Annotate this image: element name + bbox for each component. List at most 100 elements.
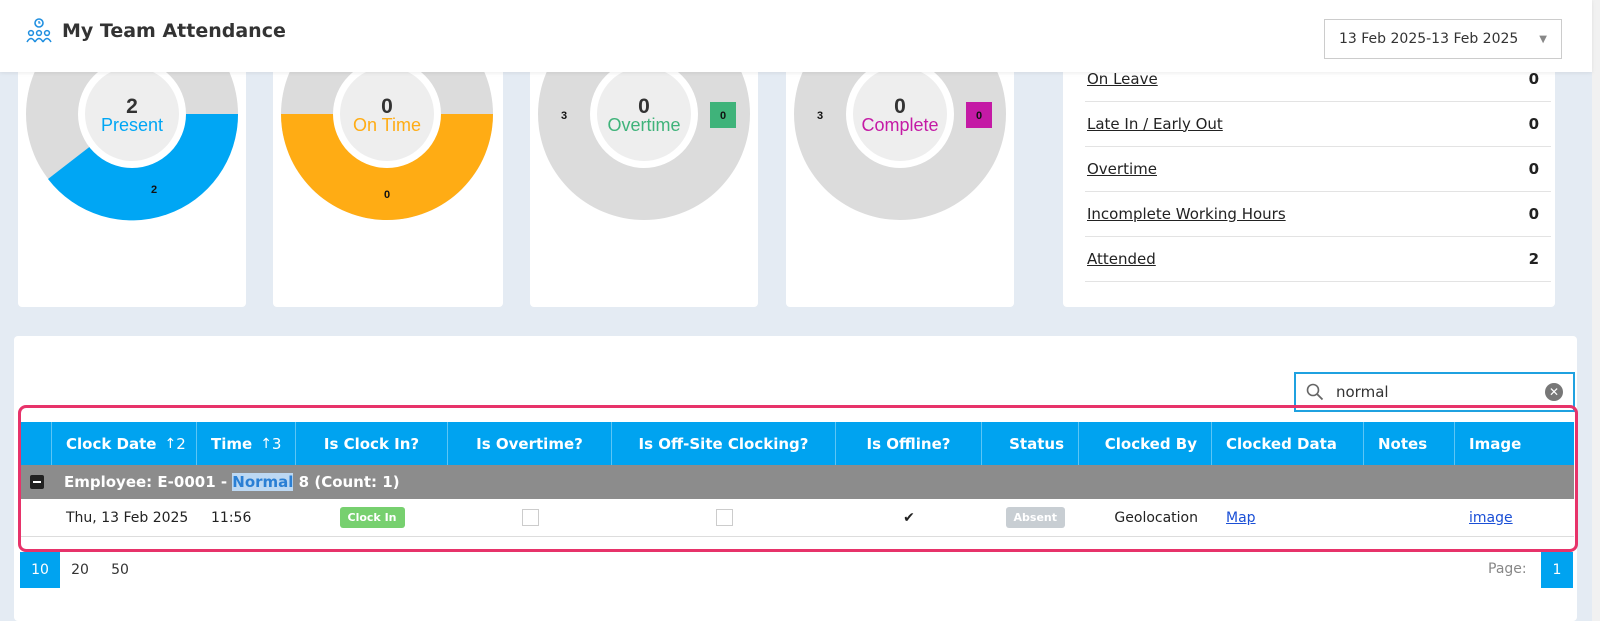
header-clock-date[interactable]: Clock Date ↑ 2 bbox=[52, 422, 197, 465]
overtime-center-title: Overtime bbox=[607, 115, 680, 135]
stat-row-late-in-early-out[interactable]: Late In / Early Out 0 bbox=[1085, 101, 1551, 147]
search-icon bbox=[1306, 383, 1324, 401]
cell-is-offline: ✔ bbox=[836, 499, 982, 536]
header-time[interactable]: Time ↑ 3 bbox=[197, 422, 296, 465]
sort-order: 2 bbox=[176, 434, 186, 453]
stat-label[interactable]: Overtime bbox=[1085, 160, 1157, 178]
overtime-zero-label: 0 bbox=[720, 110, 726, 122]
header-spacer bbox=[20, 422, 52, 465]
stat-row-incomplete-working-hours[interactable]: Incomplete Working Hours 0 bbox=[1085, 191, 1551, 237]
table-header-row: Clock Date ↑ 2 Time ↑ 3 Is Clock In? Is Ov… bbox=[20, 422, 1574, 465]
offline-checkbox[interactable]: ✔ bbox=[900, 509, 918, 526]
date-range-picker[interactable]: 13 Feb 2025-13 Feb 2025 ▼ bbox=[1324, 19, 1562, 59]
on-time-card: 0 On Time 0 bbox=[273, 60, 503, 307]
cell-time: 11:56 bbox=[211, 509, 252, 526]
group-suffix: 8 (Count: 1) bbox=[293, 473, 400, 491]
header-label: Is Off-Site Clocking? bbox=[638, 434, 809, 453]
complete-card: 0 Complete 3 0 bbox=[786, 60, 1014, 307]
stat-label[interactable]: Late In / Early Out bbox=[1085, 115, 1223, 133]
stat-label[interactable]: Incomplete Working Hours bbox=[1085, 205, 1286, 223]
on-time-donut-chart: 0 On Time 0 bbox=[281, 60, 493, 220]
checkmark-icon: ✔ bbox=[903, 509, 915, 526]
header-clocked-data[interactable]: Clocked Data bbox=[1212, 422, 1364, 465]
team-clock-icon bbox=[26, 18, 52, 43]
page-size-option[interactable]: 20 bbox=[60, 552, 100, 588]
overtime-donut-chart: 0 Overtime 3 0 bbox=[538, 60, 750, 220]
header-label: Clock Date bbox=[66, 434, 157, 453]
on-time-center-title: On Time bbox=[353, 115, 421, 135]
stat-value: 2 bbox=[1528, 249, 1539, 268]
image-link[interactable]: image bbox=[1469, 510, 1513, 526]
header-label: Image bbox=[1469, 434, 1522, 453]
page-label: Page: bbox=[1488, 561, 1527, 577]
cell-is-offsite bbox=[612, 499, 836, 536]
cell-is-clock-in: Clock In bbox=[296, 499, 448, 536]
present-donut-chart: 2 Present 2 bbox=[26, 60, 238, 221]
header-is-clock-in[interactable]: Is Clock In? bbox=[296, 422, 448, 465]
header-is-overtime[interactable]: Is Overtime? bbox=[448, 422, 612, 465]
search-input[interactable]: normal bbox=[1336, 383, 1389, 401]
stat-label[interactable]: On Leave bbox=[1085, 70, 1158, 88]
stat-label[interactable]: Attended bbox=[1085, 250, 1156, 268]
cell-is-overtime bbox=[448, 499, 612, 536]
complete-donut-chart: 0 Complete 3 0 bbox=[794, 60, 1006, 220]
map-link[interactable]: Map bbox=[1226, 510, 1256, 526]
cell-image: image bbox=[1455, 499, 1574, 536]
row-spacer bbox=[20, 499, 52, 536]
stat-row-overtime[interactable]: Overtime 0 bbox=[1085, 146, 1551, 192]
table-row[interactable]: Thu, 13 Feb 2025 11:56 Clock In ✔ Absent… bbox=[20, 499, 1574, 537]
cell-clocked-data: Map bbox=[1212, 499, 1364, 536]
stat-row-attended[interactable]: Attended 2 bbox=[1085, 236, 1551, 282]
page-size-option[interactable]: 50 bbox=[100, 552, 140, 588]
page-size-option[interactable]: 10 bbox=[20, 552, 60, 588]
stats-card: On Leave 0 Late In / Early Out 0 Overtim… bbox=[1063, 56, 1555, 307]
header-clocked-by[interactable]: Clocked By bbox=[1079, 422, 1212, 465]
sort-asc-icon: ↑ bbox=[164, 435, 177, 452]
offsite-checkbox[interactable] bbox=[715, 509, 733, 526]
header-label: Clocked By bbox=[1104, 434, 1197, 453]
header-label: Is Offline? bbox=[866, 434, 951, 453]
stat-value: 0 bbox=[1528, 69, 1539, 88]
header-image[interactable]: Image bbox=[1455, 422, 1574, 465]
header-label: Time bbox=[211, 434, 253, 453]
header-is-offline[interactable]: Is Offline? bbox=[836, 422, 982, 465]
sort-order: 3 bbox=[271, 434, 282, 453]
sort-asc-icon: ↑ bbox=[260, 435, 272, 452]
present-center-title: Present bbox=[101, 115, 163, 135]
page-header: My Team Attendance 13 Feb 2025-13 Feb 20… bbox=[0, 0, 1592, 72]
cell-notes bbox=[1364, 499, 1455, 536]
complete-rest-label: 3 bbox=[817, 110, 823, 122]
stat-value: 0 bbox=[1528, 114, 1539, 133]
header-status[interactable]: Status bbox=[982, 422, 1079, 465]
complete-zero-label: 0 bbox=[976, 110, 982, 122]
status-badge: Absent bbox=[1005, 507, 1065, 528]
header-label: Is Overtime? bbox=[476, 434, 583, 453]
page-title: My Team Attendance bbox=[62, 20, 286, 42]
group-prefix: Employee: E-0001 - bbox=[64, 473, 233, 491]
header-notes[interactable]: Notes bbox=[1364, 422, 1455, 465]
search-box[interactable]: normal ✕ bbox=[1294, 372, 1575, 412]
present-card: 2 Present 2 bbox=[18, 60, 246, 307]
clock-in-badge: Clock In bbox=[339, 507, 405, 528]
overtime-card: 0 Overtime 3 0 bbox=[530, 60, 758, 307]
date-range-value: 13 Feb 2025-13 Feb 2025 bbox=[1339, 31, 1519, 47]
chevron-down-icon: ▼ bbox=[1539, 33, 1547, 45]
overtime-rest-label: 3 bbox=[561, 110, 567, 122]
collapse-group-icon[interactable] bbox=[30, 475, 44, 489]
header-is-offsite[interactable]: Is Off-Site Clocking? bbox=[612, 422, 836, 465]
header-label: Clocked Data bbox=[1226, 434, 1337, 453]
group-search-highlight: Normal bbox=[232, 473, 294, 491]
stat-value: 0 bbox=[1528, 159, 1539, 178]
present-slice-label: 2 bbox=[151, 184, 157, 196]
page-size-selector: 10 20 50 bbox=[20, 552, 140, 588]
cell-status: Absent bbox=[982, 499, 1079, 536]
page-number-button[interactable]: 1 bbox=[1541, 552, 1573, 588]
header-label: Notes bbox=[1378, 434, 1428, 453]
header-label: Is Clock In? bbox=[323, 434, 420, 453]
stat-value: 0 bbox=[1528, 204, 1539, 223]
group-row: Employee: E-0001 - Normal 8 (Count: 1) bbox=[20, 465, 1574, 499]
vertical-scrollbar[interactable] bbox=[1592, 0, 1600, 621]
cell-clock-date: Thu, 13 Feb 2025 bbox=[66, 509, 189, 526]
overtime-checkbox[interactable] bbox=[521, 509, 539, 526]
clear-search-icon[interactable]: ✕ bbox=[1545, 383, 1563, 401]
